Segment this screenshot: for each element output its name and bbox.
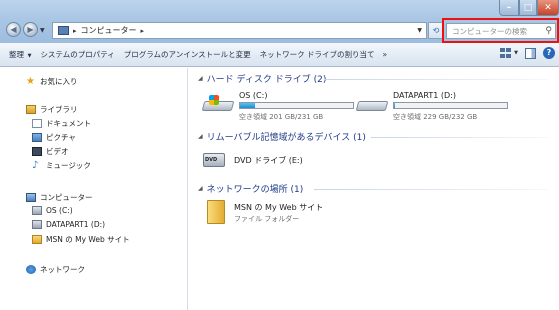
drive-usage-bar <box>393 102 508 109</box>
video-icon <box>32 147 42 156</box>
music-icon: ♪ <box>32 160 39 171</box>
group-title: リムーバブル記憶域があるデバイス (1) <box>206 133 366 143</box>
forward-button[interactable]: ▶ <box>23 22 38 37</box>
nav-item-drive-c[interactable]: OS (C:) <box>32 206 73 215</box>
nav-label: MSN の My Web サイト <box>46 235 130 244</box>
nav-label: ビデオ <box>46 147 69 156</box>
nav-item-computer[interactable]: コンピューター <box>26 192 93 203</box>
group-header-removable-devices[interactable]: ◢ リムーバブル記憶域があるデバイス (1) <box>198 130 366 143</box>
nav-item-pictures[interactable]: ピクチャ <box>32 132 76 143</box>
maximize-button[interactable]: □ <box>519 0 537 16</box>
dvd-drive-name[interactable]: DVD ドライブ (E:) <box>234 155 303 166</box>
change-view-icon[interactable] <box>500 47 512 59</box>
drive-usage-fill <box>240 103 255 108</box>
help-icon[interactable]: ? <box>543 47 555 59</box>
breadcrumb-computer[interactable]: コンピューター <box>81 25 137 36</box>
nav-item-network[interactable]: ネットワーク <box>26 264 85 275</box>
more-commands-button[interactable]: » <box>382 50 387 59</box>
nav-label: ピクチャ <box>46 133 76 142</box>
system-properties-button[interactable]: システムのプロパティ <box>40 49 114 60</box>
minimize-button[interactable]: – <box>499 0 519 16</box>
folder-icon <box>32 235 42 244</box>
drive-free-space: 空き領域 201 GB/231 GB <box>239 113 324 121</box>
nav-item-documents[interactable]: ドキュメント <box>32 118 91 129</box>
group-divider <box>371 137 549 138</box>
nav-label: ドキュメント <box>46 119 91 128</box>
nav-label: OS (C:) <box>46 206 73 215</box>
group-header-hard-disk-drives[interactable]: ◢ ハード ディスク ドライブ (2) <box>198 72 326 85</box>
nav-label: ミュージック <box>46 161 91 170</box>
dvd-drive-icon[interactable]: DVD <box>203 147 227 169</box>
uninstall-program-button[interactable]: プログラムのアンインストールと変更 <box>124 49 251 60</box>
network-icon <box>26 265 36 274</box>
hard-drive-icon <box>355 95 389 113</box>
nav-label: コンピューター <box>40 193 93 202</box>
group-divider <box>314 189 549 190</box>
dvd-badge: DVD <box>205 157 218 163</box>
map-network-drive-button[interactable]: ネットワーク ドライブの割り当て <box>260 49 375 60</box>
network-location-type: ファイル フォルダー <box>234 215 300 223</box>
back-button[interactable]: ◀ <box>6 22 21 37</box>
network-location-name[interactable]: MSN の My Web サイト <box>234 202 323 213</box>
folder-icon[interactable] <box>207 200 225 224</box>
group-title: ネットワークの場所 (1) <box>206 185 304 195</box>
navigation-pane: ★ お気に入り ライブラリ ドキュメント ピクチャ ビデオ ♪ ミュージック コ… <box>0 68 188 310</box>
star-icon: ★ <box>26 76 35 87</box>
drive-usage-fill <box>394 103 396 108</box>
group-title: ハード ディスク ドライブ (2) <box>206 75 327 85</box>
drive-free-space: 空き領域 229 GB/232 GB <box>393 113 478 121</box>
preview-pane-icon[interactable] <box>525 47 536 59</box>
collapse-triangle-icon[interactable]: ◢ <box>198 185 203 192</box>
content-pane: ◢ ハード ディスク ドライブ (2) OS (C:) 空き領域 201 GB/… <box>189 68 559 310</box>
drive-tile-c[interactable]: OS (C:) 空き領域 201 GB/231 GB <box>201 91 363 121</box>
breadcrumb-separator-icon[interactable]: ▸ <box>141 27 145 35</box>
search-input[interactable]: コンピューターの検索 <box>452 26 527 37</box>
os-drive-icon <box>201 95 235 113</box>
library-icon <box>26 105 36 114</box>
collapse-triangle-icon[interactable]: ◢ <box>198 75 203 82</box>
drive-usage-bar <box>239 102 354 109</box>
search-box[interactable]: コンピューターの検索 ⚲ <box>446 23 556 39</box>
window-controls: – □ ✕ <box>499 0 559 16</box>
nav-item-drive-d[interactable]: DATAPART1 (D:) <box>32 220 105 229</box>
drive-name: DATAPART1 (D:) <box>393 91 456 100</box>
hard-drive-icon <box>32 220 42 229</box>
chevron-down-icon[interactable]: ▼ <box>514 50 518 56</box>
organize-button[interactable]: 整理 ▼ <box>9 49 31 60</box>
nav-item-videos[interactable]: ビデオ <box>32 146 69 157</box>
close-button[interactable]: ✕ <box>537 0 559 16</box>
chevron-down-icon: ▼ <box>26 53 32 59</box>
nav-label: DATAPART1 (D:) <box>46 220 106 229</box>
nav-item-msn-web-site[interactable]: MSN の My Web サイト <box>32 234 130 245</box>
address-bar[interactable]: ▸ コンピューター ▸ ▼ <box>52 22 427 39</box>
refresh-button[interactable]: ⟲ <box>428 22 444 39</box>
hard-drive-icon <box>32 206 42 215</box>
computer-icon <box>58 26 69 35</box>
drive-name: OS (C:) <box>239 91 268 100</box>
breadcrumb-separator-icon[interactable]: ▸ <box>73 27 77 35</box>
nav-item-favorites[interactable]: ★ お気に入り <box>26 76 78 87</box>
computer-icon <box>26 193 36 202</box>
collapse-triangle-icon[interactable]: ◢ <box>198 133 203 140</box>
nav-label: ネットワーク <box>40 265 85 274</box>
nav-item-music[interactable]: ♪ ミュージック <box>32 160 91 171</box>
nav-label: お気に入り <box>40 77 78 86</box>
title-bar: – □ ✕ ◀ ▶ ▼ ▸ コンピューター ▸ ▼ ⟲ コンピューターの検索 ⚲ <box>0 0 559 43</box>
command-toolbar: 整理 ▼ システムのプロパティ プログラムのアンインストールと変更 ネットワーク… <box>0 43 559 67</box>
recent-pages-dropdown-icon[interactable]: ▼ <box>40 27 45 34</box>
address-dropdown-icon[interactable]: ▼ <box>417 27 422 34</box>
search-icon[interactable]: ⚲ <box>545 26 552 36</box>
group-header-network-locations[interactable]: ◢ ネットワークの場所 (1) <box>198 182 303 195</box>
toolbar-right-group: ▼ ? <box>500 47 555 59</box>
organize-label: 整理 <box>9 50 24 59</box>
group-divider <box>324 79 549 80</box>
drive-tile-d[interactable]: DATAPART1 (D:) 空き領域 229 GB/232 GB <box>355 91 517 121</box>
picture-icon <box>32 133 42 142</box>
nav-item-libraries[interactable]: ライブラリ <box>26 104 78 115</box>
nav-label: ライブラリ <box>40 105 78 114</box>
document-icon <box>32 119 42 128</box>
